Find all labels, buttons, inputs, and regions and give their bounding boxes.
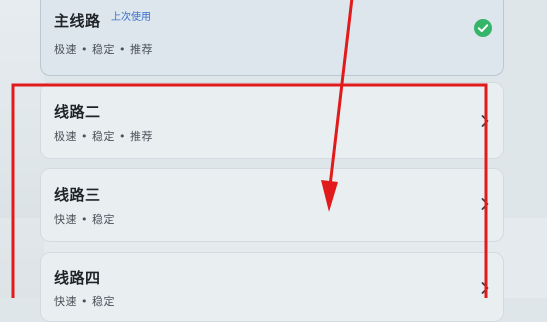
route-item-4[interactable]: 线路四 快速 • 稳定 (40, 252, 504, 322)
route-title: 线路二 (54, 103, 101, 121)
chevron-right-icon (481, 115, 489, 127)
route-item-2[interactable]: 线路二 极速 • 稳定 • 推荐 (40, 82, 504, 159)
route-title: 线路四 (54, 269, 101, 287)
route-subtitle: 快速 • 稳定 (54, 295, 115, 308)
route-subtitle: 极速 • 稳定 • 推荐 (54, 130, 153, 143)
route-title: 线路三 (54, 186, 101, 204)
route-item-3[interactable]: 线路三 快速 • 稳定 (40, 168, 504, 242)
route-title: 主线路 (54, 12, 101, 30)
check-circle-icon (474, 19, 492, 37)
chevron-right-icon (481, 198, 489, 210)
route-subtitle: 快速 • 稳定 (54, 213, 115, 226)
last-used-badge: 上次使用 (111, 12, 151, 23)
route-subtitle: 极速 • 稳定 • 推荐 (54, 43, 153, 56)
chevron-right-icon (481, 282, 489, 294)
route-item-main[interactable]: 主线路 上次使用 极速 • 稳定 • 推荐 (40, 0, 504, 76)
